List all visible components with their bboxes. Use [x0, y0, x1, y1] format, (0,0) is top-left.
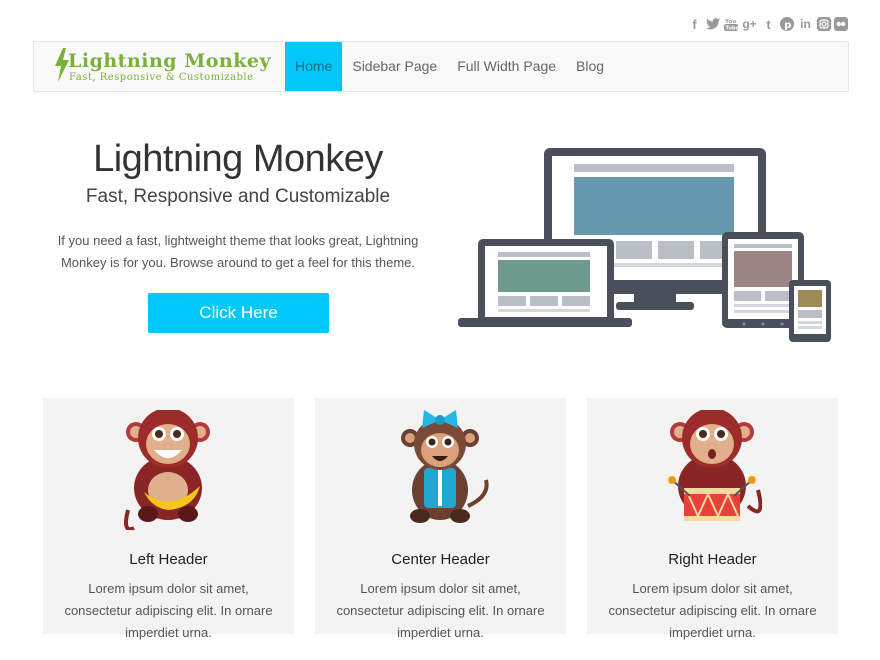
nav-item-full-width-page[interactable]: Full Width Page — [447, 42, 566, 91]
card-header: Left Header — [129, 551, 208, 568]
responsive-devices-illustration — [458, 148, 831, 342]
card-header: Center Header — [391, 551, 490, 568]
svg-text:Tube: Tube — [725, 26, 738, 32]
card-header: Right Header — [668, 551, 757, 568]
nav-item-sidebar-page[interactable]: Sidebar Page — [342, 42, 447, 91]
twitter-icon[interactable] — [705, 16, 720, 32]
card-text: Lorem ipsum dolor sit amet, consectetur … — [608, 581, 817, 640]
main-nav: Home Sidebar Page Full Width Page Blog — [285, 42, 614, 91]
social-links: f You Tube g+ t p in — [687, 16, 848, 32]
card-text: Lorem ipsum dolor sit amet, consectetur … — [64, 581, 273, 640]
monkey-banana-icon — [124, 410, 210, 530]
youtube-icon[interactable]: You Tube — [723, 16, 738, 32]
logo-tagline: Fast, Responsive & Customizable — [69, 72, 254, 83]
site-logo[interactable]: Lightning Monkey Fast, Responsive & Cust… — [54, 48, 272, 86]
site-header: Lightning Monkey Fast, Responsive & Cust… — [33, 41, 849, 92]
feature-card-right: Right Header Lorem ipsum dolor sit amet,… — [587, 398, 838, 640]
monkey-bow-icon — [401, 410, 489, 523]
card-text: Lorem ipsum dolor sit amet, consectetur … — [336, 581, 545, 640]
click-here-button[interactable]: Click Here — [148, 293, 329, 333]
nav-item-blog[interactable]: Blog — [566, 42, 614, 91]
hero-description: If you need a fast, lightweight theme th… — [57, 233, 419, 270]
tumblr-icon[interactable]: t — [761, 16, 776, 32]
flickr-icon[interactable] — [834, 17, 848, 31]
hero-subtitle: Fast, Responsive and Customizable — [85, 186, 391, 207]
pinterest-icon[interactable]: p — [779, 16, 794, 32]
feature-card-left: Left Header Lorem ipsum dolor sit amet, … — [43, 398, 294, 640]
svg-text:p: p — [784, 20, 791, 31]
facebook-icon[interactable]: f — [687, 16, 702, 32]
logo-title: Lightning Monkey — [68, 50, 272, 72]
instagram-icon[interactable] — [817, 17, 831, 31]
hero-title: Lightning Monkey — [93, 138, 383, 180]
monkey-drum-icon — [668, 410, 762, 521]
google-plus-icon[interactable]: g+ — [741, 16, 758, 32]
feature-card-center: Center Header Lorem ipsum dolor sit amet… — [315, 398, 566, 640]
linkedin-icon[interactable]: in — [797, 16, 814, 32]
nav-item-home[interactable]: Home — [285, 42, 343, 91]
